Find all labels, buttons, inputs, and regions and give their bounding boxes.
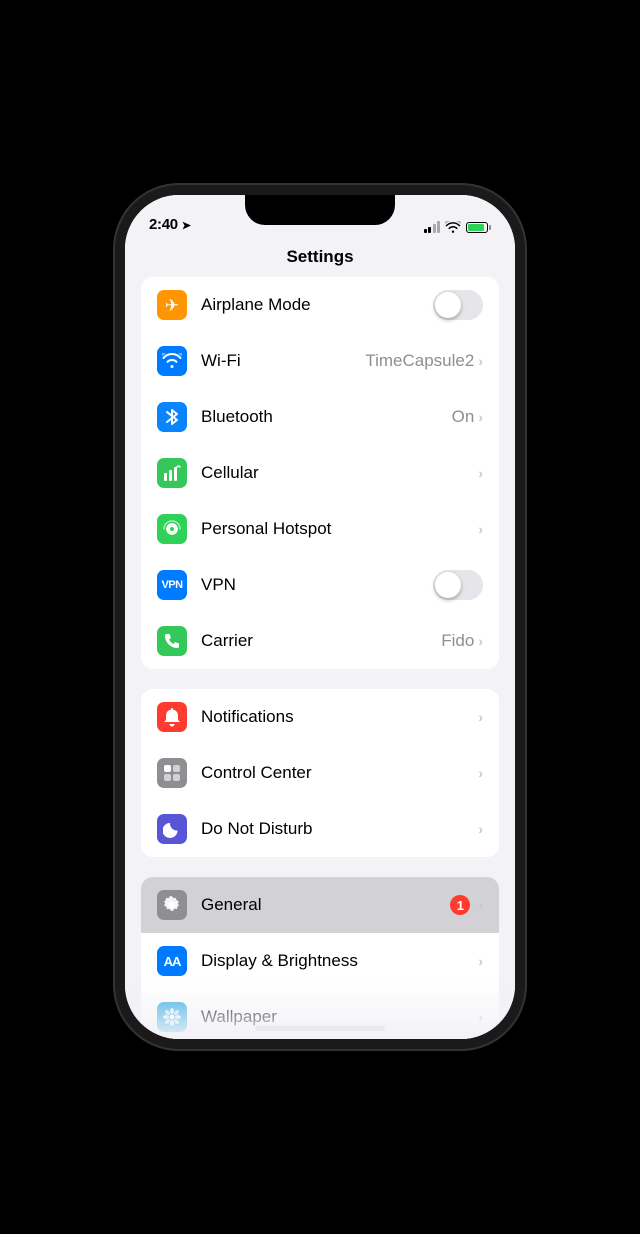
hotspot-icon	[157, 514, 187, 544]
general-chevron-icon: ›	[478, 897, 483, 913]
screen-content: Settings ✈ Airplane Mode	[125, 195, 515, 1039]
general-badge: 1	[450, 895, 470, 915]
location-icon: ➤	[182, 220, 191, 232]
wifi-value: TimeCapsule2	[365, 351, 474, 371]
do-not-disturb-icon	[157, 814, 187, 844]
control-center-chevron-icon: ›	[478, 765, 483, 781]
control-center-label: Control Center	[201, 763, 478, 783]
control-center-icon	[157, 758, 187, 788]
cellular-icon	[157, 458, 187, 488]
bluetooth-label: Bluetooth	[201, 407, 452, 427]
carrier-icon	[157, 626, 187, 656]
carrier-value: Fido	[441, 631, 474, 651]
bluetooth-chevron-icon: ›	[478, 409, 483, 425]
row-general[interactable]: General 1 ›	[141, 877, 499, 933]
gear-svg	[162, 895, 182, 915]
airplane-mode-label: Airplane Mode	[201, 295, 433, 315]
row-do-not-disturb[interactable]: Do Not Disturb ›	[141, 801, 499, 857]
general-icon	[157, 890, 187, 920]
cellular-chevron-icon: ›	[478, 465, 483, 481]
wallpaper-label: Wallpaper	[201, 1007, 478, 1027]
status-time: 2:40 ➤	[149, 216, 191, 233]
carrier-label: Carrier	[201, 631, 441, 651]
section-preferences: General 1 › AA Display & Brightness ›	[141, 877, 499, 1039]
wifi-icon	[157, 346, 187, 376]
notifications-chevron-icon: ›	[478, 709, 483, 725]
battery-icon	[466, 222, 491, 233]
row-wifi[interactable]: Wi-Fi TimeCapsule2 ›	[141, 333, 499, 389]
toggle-thumb	[435, 292, 461, 318]
hotspot-chevron-icon: ›	[478, 521, 483, 537]
settings-list[interactable]: ✈ Airplane Mode	[125, 277, 515, 1039]
flower-svg	[162, 1007, 182, 1027]
row-wallpaper[interactable]: Wallpaper ›	[141, 989, 499, 1039]
bluetooth-icon	[157, 402, 187, 432]
home-indicator	[255, 1026, 385, 1031]
phone-svg	[163, 632, 181, 650]
time-display: 2:40	[149, 216, 178, 233]
display-brightness-chevron-icon: ›	[478, 953, 483, 969]
bluetooth-value: On	[452, 407, 475, 427]
row-bluetooth[interactable]: Bluetooth On ›	[141, 389, 499, 445]
status-icons	[424, 221, 492, 233]
notifications-svg	[163, 707, 181, 727]
airplane-mode-icon: ✈	[157, 290, 187, 320]
section-connectivity: ✈ Airplane Mode	[141, 277, 499, 669]
row-vpn[interactable]: VPN VPN	[141, 557, 499, 613]
phone-frame: 2:40 ➤ Settings	[125, 195, 515, 1039]
wallpaper-chevron-icon: ›	[478, 1009, 483, 1025]
section-system: Notifications › Control Center ›	[141, 689, 499, 857]
do-not-disturb-label: Do Not Disturb	[201, 819, 478, 839]
wifi-chevron-icon: ›	[478, 353, 483, 369]
general-label: General	[201, 895, 450, 915]
carrier-chevron-icon: ›	[478, 633, 483, 649]
display-brightness-icon: AA	[157, 946, 187, 976]
vpn-label: VPN	[201, 575, 433, 595]
signal-bars-icon	[424, 221, 441, 233]
cellular-svg	[163, 464, 181, 482]
notifications-label: Notifications	[201, 707, 478, 727]
hotspot-label: Personal Hotspot	[201, 519, 478, 539]
row-control-center[interactable]: Control Center ›	[141, 745, 499, 801]
row-airplane-mode[interactable]: ✈ Airplane Mode	[141, 277, 499, 333]
row-cellular[interactable]: Cellular ›	[141, 445, 499, 501]
display-brightness-label: Display & Brightness	[201, 951, 478, 971]
wifi-svg	[162, 353, 182, 369]
notifications-icon	[157, 702, 187, 732]
row-carrier[interactable]: Carrier Fido ›	[141, 613, 499, 669]
airplane-mode-toggle[interactable]	[433, 290, 483, 320]
vpn-icon: VPN	[157, 570, 187, 600]
cellular-label: Cellular	[201, 463, 478, 483]
wifi-label: Wi-Fi	[201, 351, 365, 371]
row-notifications[interactable]: Notifications ›	[141, 689, 499, 745]
hotspot-svg	[162, 519, 182, 539]
row-hotspot[interactable]: Personal Hotspot ›	[141, 501, 499, 557]
moon-svg	[163, 820, 181, 838]
vpn-toggle[interactable]	[433, 570, 483, 600]
row-display-brightness[interactable]: AA Display & Brightness ›	[141, 933, 499, 989]
do-not-disturb-chevron-icon: ›	[478, 821, 483, 837]
wallpaper-icon	[157, 1002, 187, 1032]
control-center-svg	[162, 763, 182, 783]
wifi-status-icon	[445, 221, 461, 233]
bluetooth-svg	[165, 407, 179, 427]
notch	[245, 195, 395, 225]
vpn-toggle-thumb	[435, 572, 461, 598]
